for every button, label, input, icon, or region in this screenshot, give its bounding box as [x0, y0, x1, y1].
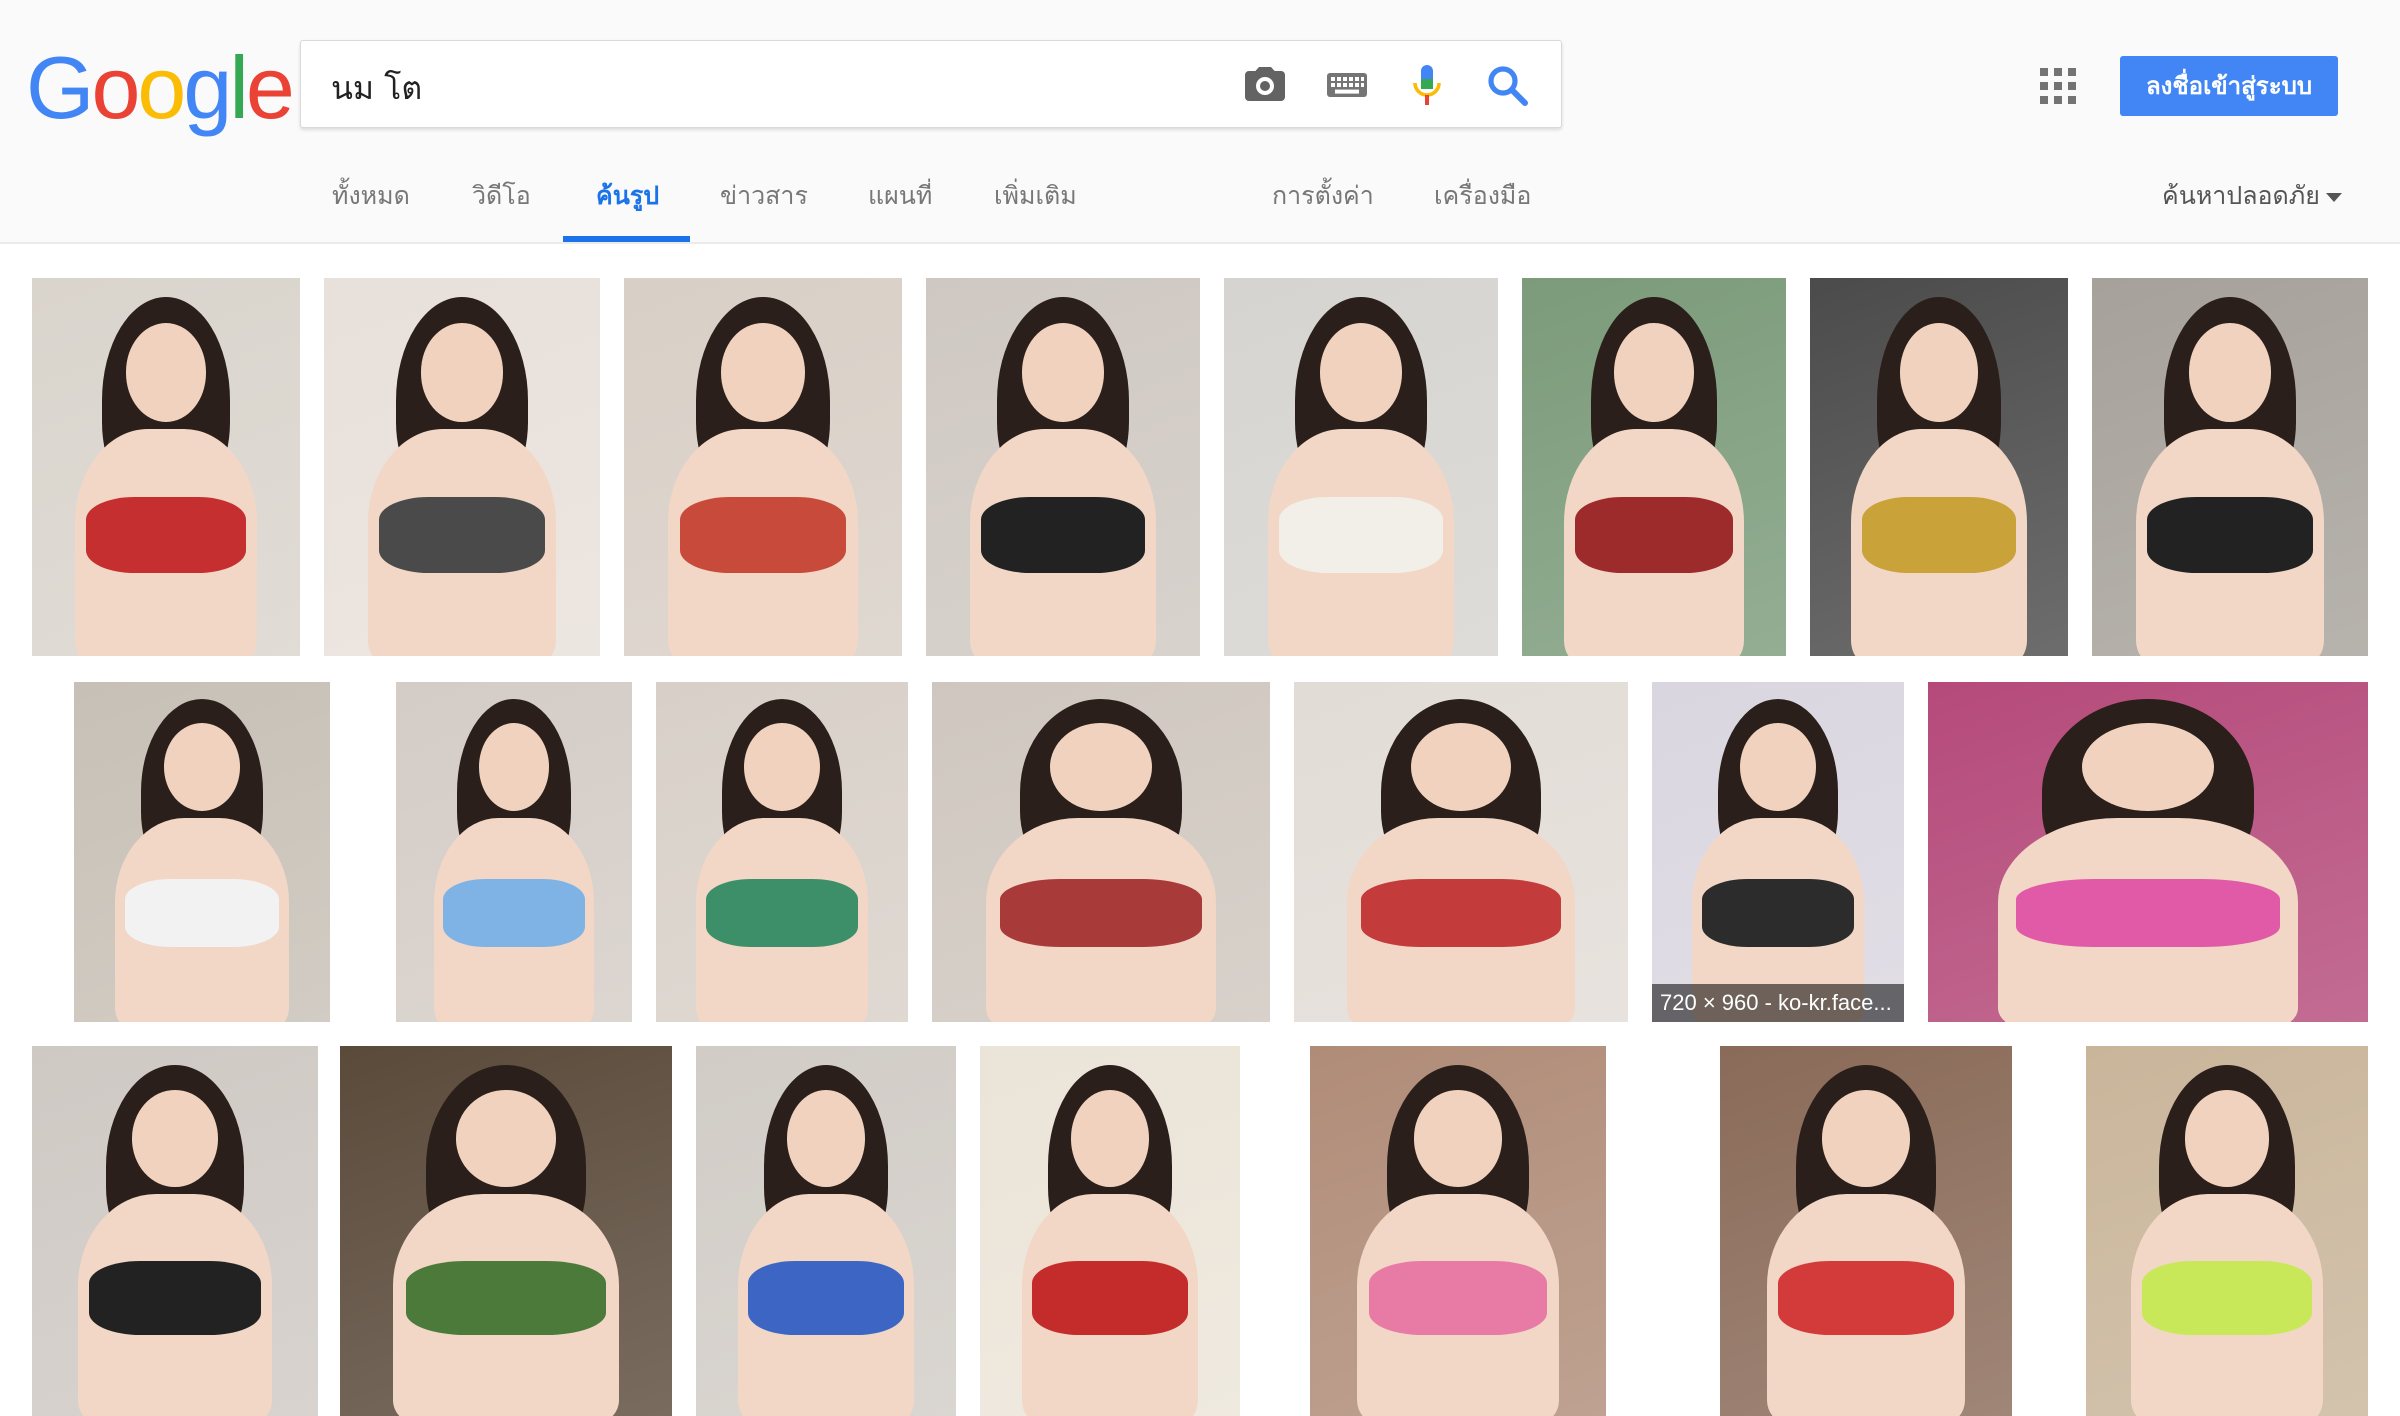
image-result-thumbnail[interactable] [2086, 1046, 2368, 1416]
thumbnail-figure-garment [2147, 497, 2313, 573]
thumbnail-figure-face [721, 323, 805, 422]
thumbnail-figure-garment [980, 497, 1146, 573]
image-result-thumbnail[interactable] [656, 682, 908, 1022]
thumbnail-figure-face [1071, 1090, 1149, 1187]
thumbnail-figure-garment [1778, 1260, 1954, 1335]
thumbnail-figure-face [163, 722, 241, 812]
image-result-thumbnail[interactable] [1294, 682, 1628, 1022]
thumbnail-figure-garment [85, 497, 247, 573]
thumbnail-figure-garment [443, 879, 585, 948]
thumbnail-figure-face [1050, 722, 1152, 812]
thumbnail-figure-garment [679, 497, 847, 573]
thumbnail-figure-garment [89, 1260, 261, 1335]
thumbnail-figure-garment [2142, 1260, 2312, 1335]
thumbnail-figure-face [2082, 722, 2214, 812]
thumbnail-figure-face [132, 1090, 218, 1187]
image-result-thumbnail[interactable] [932, 682, 1270, 1022]
thumbnail-figure-face [1822, 1090, 1910, 1187]
image-result-thumbnail[interactable] [1720, 1046, 2012, 1416]
image-result-thumbnail[interactable] [1522, 278, 1786, 656]
image-result-thumbnail[interactable] [624, 278, 902, 656]
thumbnail-figure-garment [1278, 497, 1444, 573]
thumbnail-figure-garment [406, 1260, 606, 1335]
image-result-thumbnail[interactable] [1310, 1046, 1606, 1416]
image-result-thumbnail[interactable] [1810, 278, 2068, 656]
thumbnail-figure-face [456, 1090, 556, 1187]
thumbnail-figure-face [1900, 323, 1978, 422]
thumbnail-figure-garment [1861, 497, 2017, 573]
thumbnail-figure-face [1021, 323, 1105, 422]
thumbnail-figure-garment [2016, 879, 2280, 948]
image-results-grid: 720 × 960 - ko-kr.face... [0, 0, 2400, 1416]
image-result-thumbnail[interactable] [1928, 682, 2368, 1022]
image-result-thumbnail[interactable] [980, 1046, 1240, 1416]
image-result-thumbnail[interactable] [396, 682, 632, 1022]
image-result-thumbnail[interactable] [340, 1046, 672, 1416]
thumbnail-figure-garment [1574, 497, 1734, 573]
thumbnail-figure-garment [1369, 1260, 1547, 1335]
image-result-thumbnail[interactable] [324, 278, 600, 656]
thumbnail-figure-garment [748, 1260, 904, 1335]
thumbnail-figure-face [1740, 722, 1816, 812]
thumbnail-figure-face [1410, 722, 1512, 812]
thumbnail-figure-face [1413, 1090, 1503, 1187]
image-result-thumbnail[interactable] [926, 278, 1200, 656]
thumbnail-figure-face [125, 323, 207, 422]
thumbnail-figure-garment [999, 879, 1203, 948]
image-result-thumbnail[interactable] [32, 1046, 318, 1416]
image-result-thumbnail[interactable] [696, 1046, 956, 1416]
image-size-source-caption: 720 × 960 - ko-kr.face... [1652, 984, 1904, 1022]
thumbnail-figure-garment [379, 497, 545, 573]
thumbnail-figure-face [1614, 323, 1694, 422]
thumbnail-figure-face [787, 1090, 865, 1187]
thumbnail-figure-face [2188, 323, 2272, 422]
thumbnail-figure-face [1319, 323, 1403, 422]
image-result-thumbnail[interactable] [74, 682, 330, 1022]
image-result-thumbnail[interactable] [1224, 278, 1498, 656]
thumbnail-figure-garment [125, 879, 279, 948]
thumbnail-figure-garment [1360, 879, 1562, 948]
image-result-thumbnail[interactable] [2092, 278, 2368, 656]
thumbnail-figure-face [478, 722, 550, 812]
thumbnail-figure-garment [1702, 879, 1854, 948]
image-result-thumbnail[interactable] [32, 278, 300, 656]
thumbnail-figure-garment [1032, 1260, 1188, 1335]
thumbnail-figure-face [744, 722, 820, 812]
thumbnail-figure-garment [706, 879, 858, 948]
thumbnail-figure-face [420, 323, 504, 422]
thumbnail-figure-face [2184, 1090, 2270, 1187]
image-result-thumbnail[interactable]: 720 × 960 - ko-kr.face... [1652, 682, 1904, 1022]
